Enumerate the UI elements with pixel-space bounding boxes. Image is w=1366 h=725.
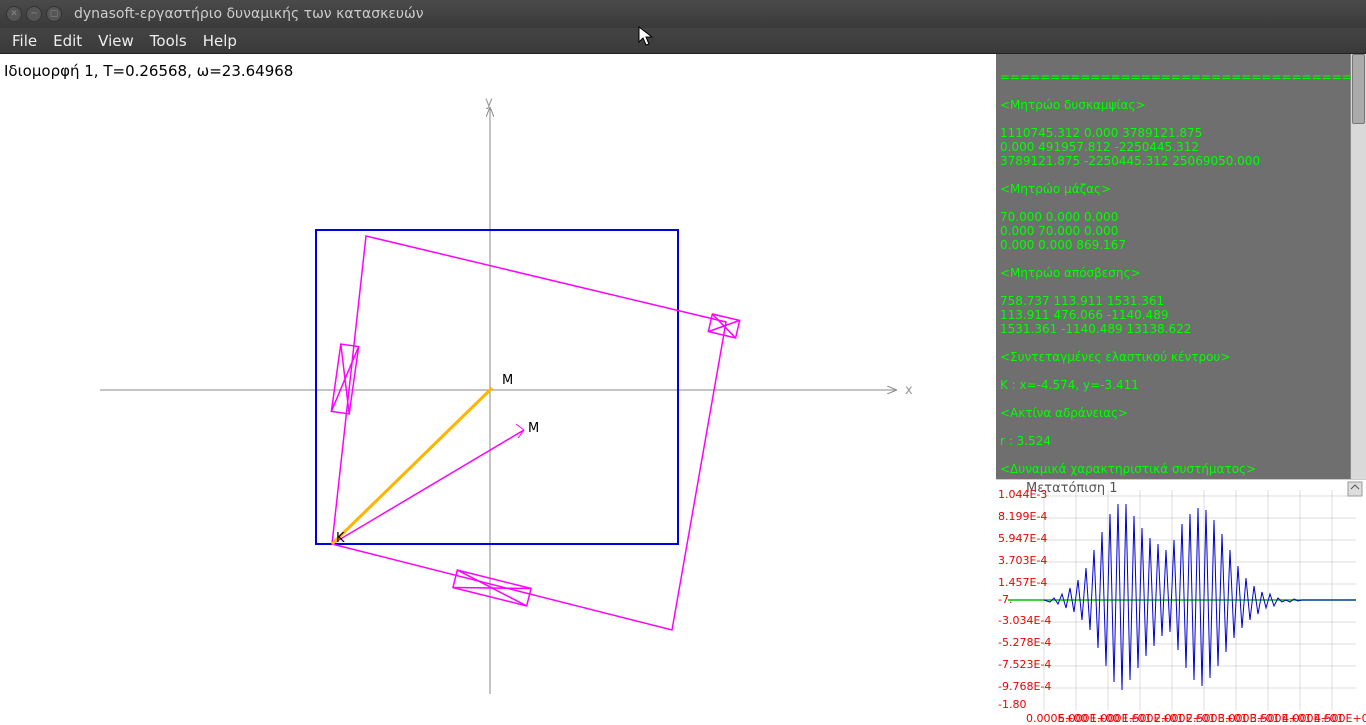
menu-view[interactable]: View [90,30,142,52]
response-chart[interactable]: 1.044E-3 8.199E-4 5.947E-4 3.703E-4 1.45… [996,479,1366,725]
svg-text:-5.278E-4: -5.278E-4 [998,636,1051,649]
close-icon[interactable]: ✕ [6,6,22,22]
x-axis-label: x [905,383,913,398]
log-text: ========================================… [1000,56,1348,479]
svg-text:3.703E-4: 3.703E-4 [998,554,1047,567]
svg-text:-7.: -7. [998,593,1012,606]
y-axis-label: y [485,95,493,110]
window-title: dynasoft-εργαστήριο δυναμικής των κατασκ… [74,6,424,22]
menu-help[interactable]: Help [195,30,245,52]
svg-text:1.457E-4: 1.457E-4 [998,576,1047,589]
window-titlebar: ✕ ─ ▢ dynasoft-εργαστήριο δυναμικής των … [0,0,1366,28]
svg-text:4.500E+01: 4.500E+01 [1314,712,1366,725]
structure-plot: x y [0,54,996,725]
scrollbar-thumb[interactable] [1352,54,1365,124]
label-m-deformed: M [528,421,539,436]
chart-hscroll[interactable] [1348,482,1362,496]
svg-text:5.947E-4: 5.947E-4 [998,532,1047,545]
mode-info-label: Ιδιομορφή 1, T=0.26568, ω=23.64968 [4,62,293,80]
output-log[interactable]: ========================================… [996,54,1366,479]
label-m-original: M [502,373,513,388]
log-scrollbar[interactable] [1350,54,1366,479]
svg-text:-3.034E-4: -3.034E-4 [998,614,1051,627]
svg-text:8.199E-4: 8.199E-4 [998,510,1047,523]
label-k: K [336,531,345,546]
maximize-icon[interactable]: ▢ [46,6,62,22]
window-controls: ✕ ─ ▢ [6,6,62,22]
drawing-canvas[interactable]: Ιδιομορφή 1, T=0.26568, ω=23.64968 x y [0,54,996,725]
menu-tools[interactable]: Tools [142,30,195,52]
menu-edit[interactable]: Edit [45,30,90,52]
chart-title: Μετατόπιση 1 [1026,481,1118,496]
svg-text:-1.80: -1.80 [998,698,1026,711]
svg-text:-7.523E-4: -7.523E-4 [998,658,1051,671]
menu-bar: File Edit View Tools Help [0,28,1366,54]
menu-file[interactable]: File [4,30,45,52]
svg-text:-9.768E-4: -9.768E-4 [998,680,1051,693]
minimize-icon[interactable]: ─ [26,6,42,22]
